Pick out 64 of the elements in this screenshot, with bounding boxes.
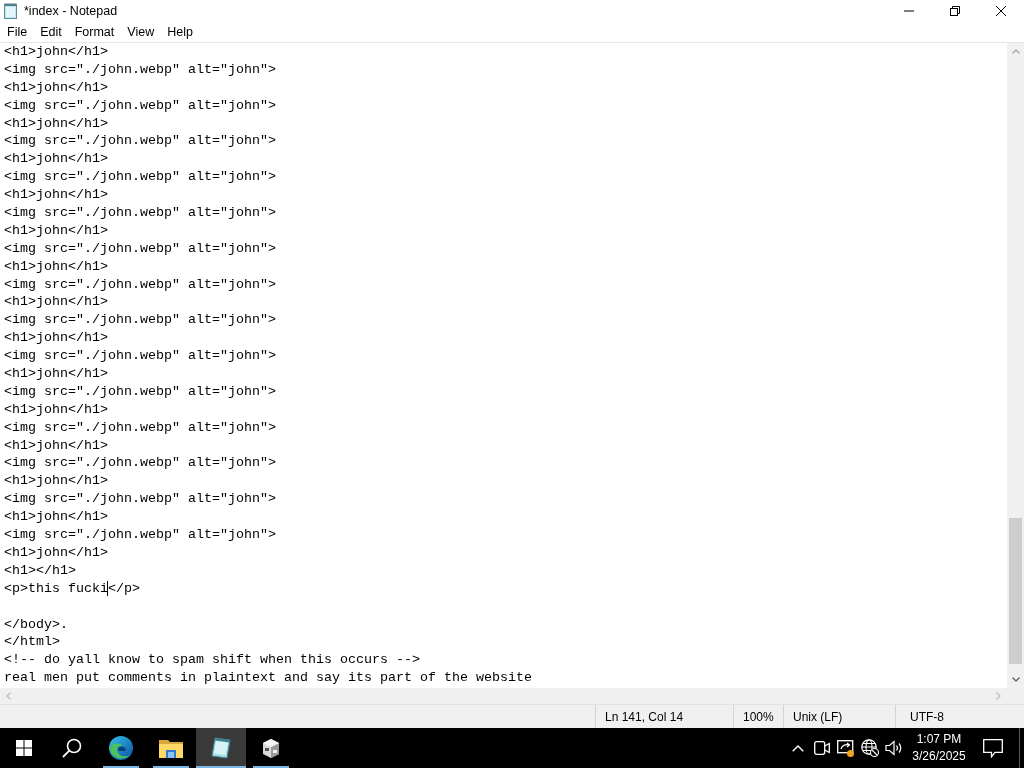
cabinet-icon [260, 738, 282, 758]
code-line: <!-- do yall know to spam shift when this occurs --> [4, 651, 420, 670]
code-line: <img src="./john.webp" alt="john"> [4, 96, 276, 115]
speech-bubble-icon [983, 738, 1003, 758]
close-icon [996, 6, 1006, 16]
code-line: <img src="./john.webp" alt="john"> [4, 526, 276, 544]
menu-item[interactable]: Edit [33, 23, 68, 41]
menu-item[interactable]: Help [160, 23, 199, 41]
chevron-right-icon [996, 692, 1001, 700]
code-line: real men put comments in plaintext and say its part of the website [4, 669, 532, 688]
chevron-up-icon [792, 744, 804, 752]
clock-date[interactable]: 3/26/2025 [912, 748, 966, 765]
code-line: <h1>john</h1> [4, 150, 108, 169]
code-line: <img src="./john.webp" alt="john"> [4, 239, 276, 258]
chevron-left-icon [6, 692, 11, 700]
code-line: <img src="./john.webp" alt="john"> [4, 204, 276, 222]
code-line: <h1></h1> [4, 561, 76, 580]
notepad-icon [4, 3, 17, 19]
code-line: <h1>john</h1> [4, 257, 108, 276]
window-title: *index - Notepad [24, 4, 119, 18]
notepad-icon [210, 737, 232, 759]
code-line: <h1>john</h1> [4, 186, 108, 205]
search-icon [62, 738, 82, 758]
restore-icon [950, 6, 960, 16]
code-line: <img src="./john.webp" alt="john"> [4, 168, 276, 187]
picture-icon[interactable] [837, 739, 855, 757]
code-line: <img src="./john.webp" alt="john"> [4, 347, 276, 366]
code-line: <h1>john</h1> [4, 293, 108, 312]
code-line: <h1>john</h1> [4, 221, 108, 240]
folder-icon [159, 738, 183, 758]
code-line: <img src="./john.webp" alt="john"> [4, 490, 276, 509]
menu-item[interactable]: File [0, 23, 34, 41]
code-line: <h1>john</h1> [4, 78, 108, 97]
code-line: <h1>john</h1> [4, 329, 108, 348]
windows-logo-icon [16, 740, 32, 756]
code-line: <img src="./john.webp" alt="john"> [4, 382, 276, 401]
code-line: <img src="./john.webp" alt="john"> [4, 418, 276, 437]
code-line: <img src="./john.webp" alt="john"> [4, 311, 276, 330]
video-camera-icon[interactable] [814, 741, 830, 755]
scrollbar-thumb[interactable] [1009, 518, 1022, 664]
code-line: <h1>john</h1> [4, 114, 108, 133]
chevron-up-icon [1011, 49, 1020, 54]
speaker-icon[interactable] [885, 740, 903, 756]
globe-icon[interactable] [861, 739, 879, 757]
vertical-scrollbar[interactable] [1007, 43, 1024, 688]
menu-item[interactable]: View [120, 23, 161, 41]
clock-time[interactable]: 1:07 PM [916, 731, 962, 748]
code-line: </body>. [4, 615, 68, 634]
code-line: <img src="./john.webp" alt="john"> [4, 132, 276, 151]
code-line: <img src="./john.webp" alt="john"> [4, 60, 276, 79]
code-line: <img src="./john.webp" alt="john"> [4, 275, 276, 294]
taskbar-app-button[interactable] [196, 728, 246, 768]
code-line: <h1>john</h1> [4, 543, 108, 562]
code-line: <h1>john</h1> [4, 400, 108, 419]
chevron-down-icon [1011, 677, 1020, 682]
code-line: <img src="./john.webp" alt="john"> [4, 454, 276, 473]
code-line: </html> [4, 633, 60, 652]
code-line: <h1>john</h1> [4, 365, 108, 383]
swirl-icon [109, 736, 133, 760]
code-line: <h1>john</h1> [4, 508, 108, 527]
code-line: <h1>john</h1> [4, 436, 108, 455]
code-line: <h1>john</h1> [4, 472, 108, 491]
menu-item[interactable]: Format [67, 23, 121, 41]
code-line: <h1>john</h1> [4, 43, 108, 61]
